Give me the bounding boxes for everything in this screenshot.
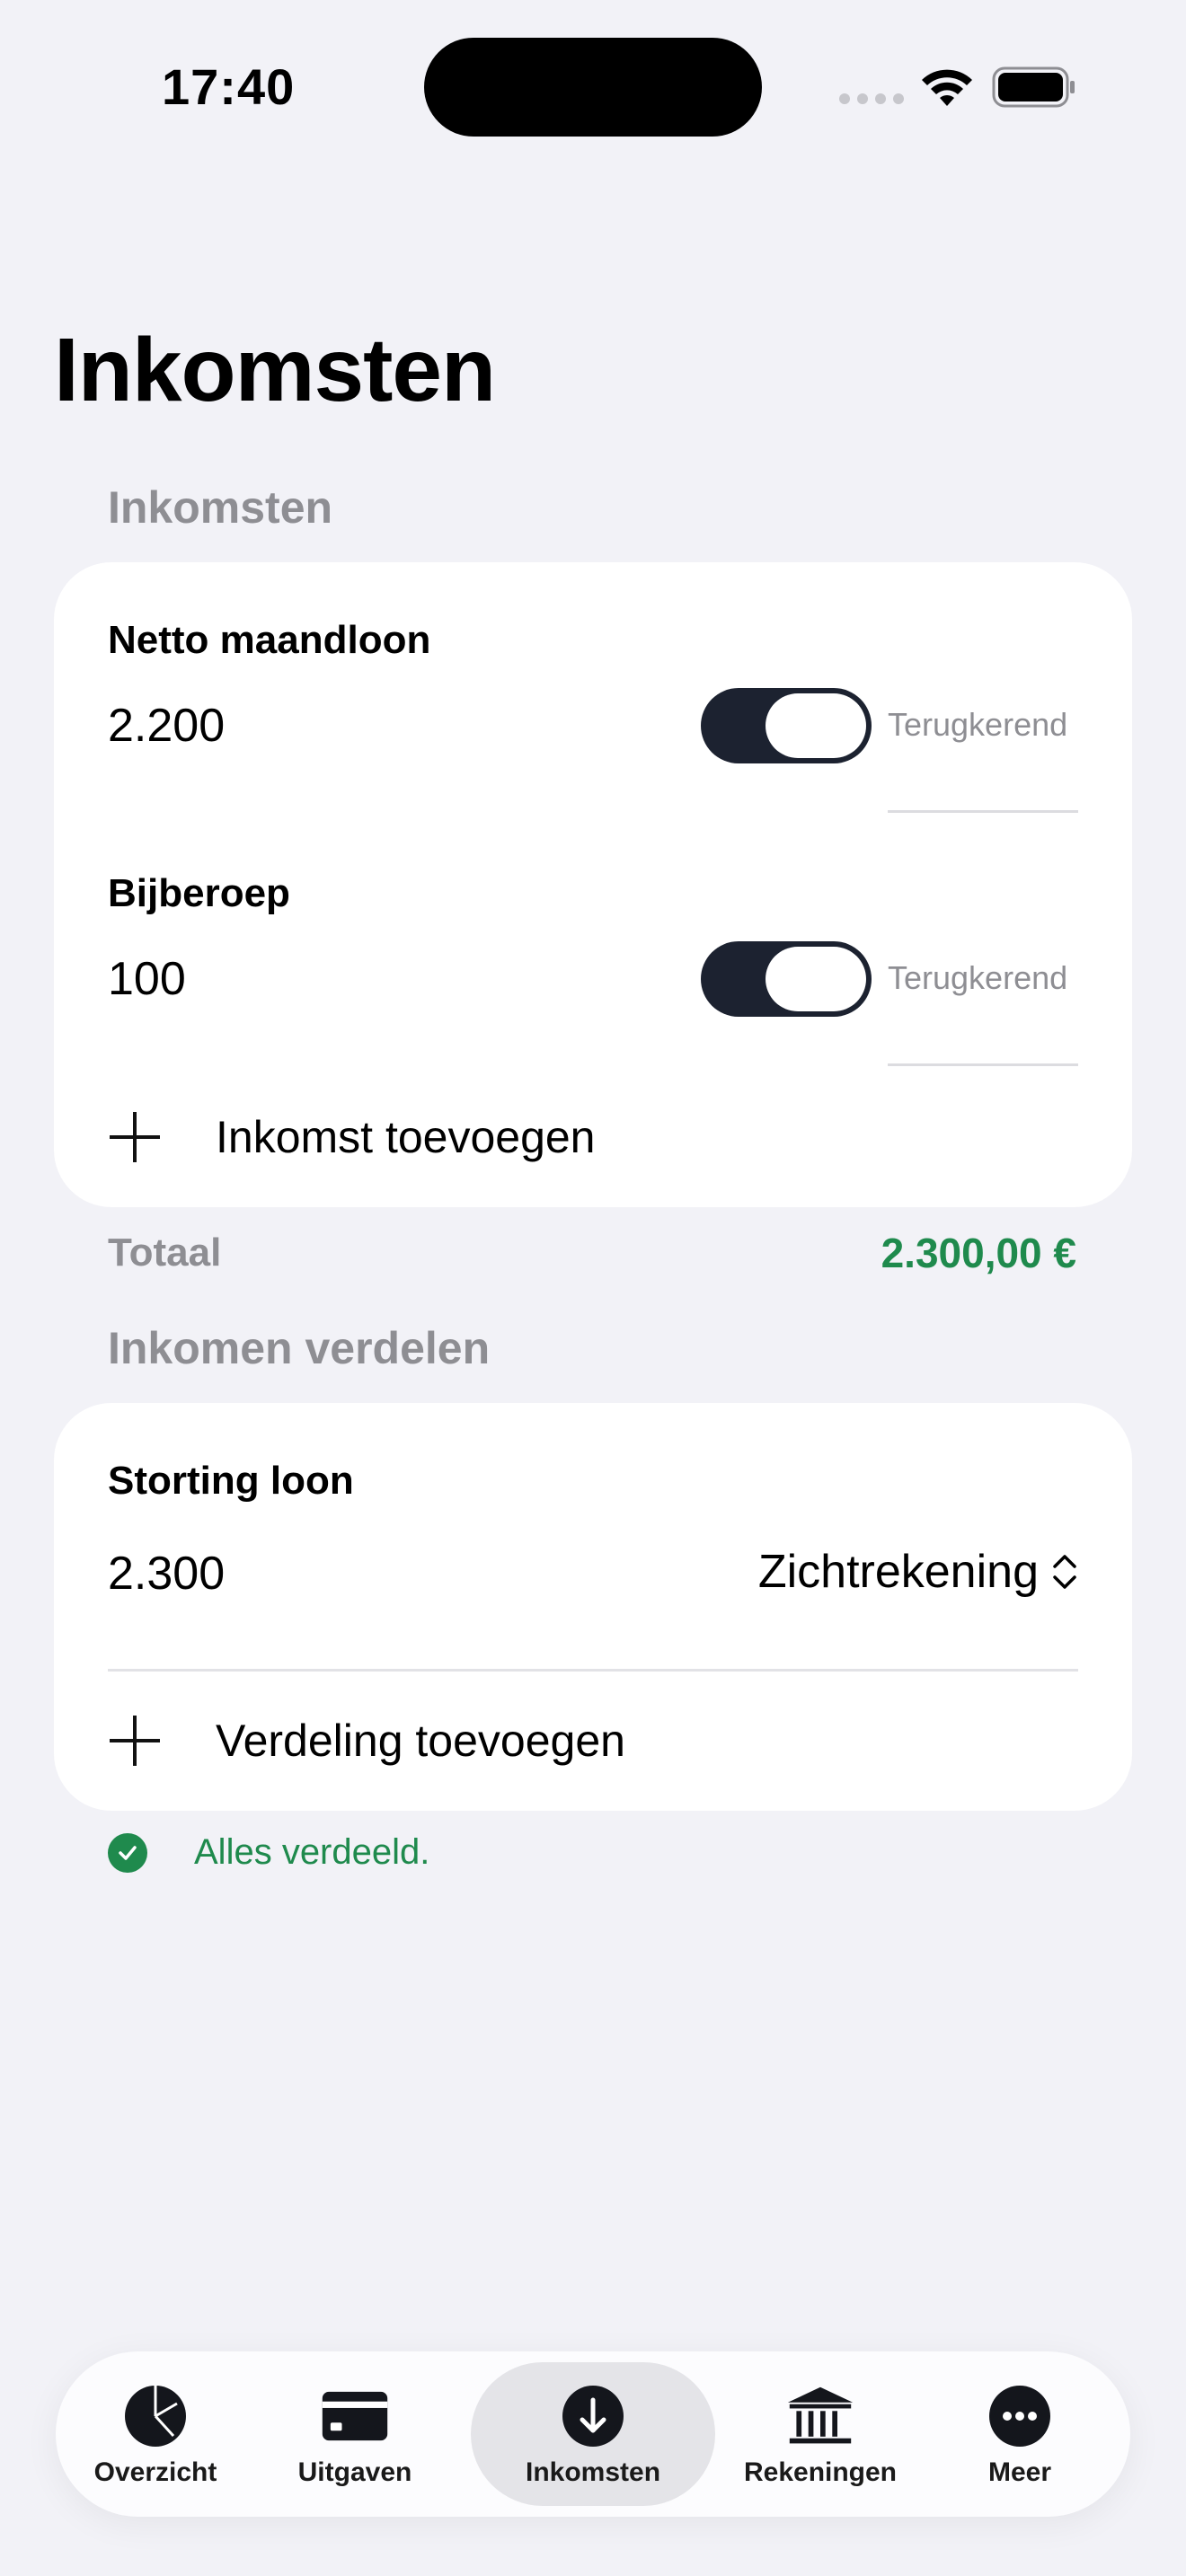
screen: 17:40 Inkomsten Inkomsten Netto maandloo… (0, 0, 1186, 2576)
add-distribution-label: Verdeling toevoegen (216, 1716, 625, 1766)
tab-label: Inkomsten (525, 2457, 661, 2487)
toggle-knob (766, 947, 866, 1011)
account-picker[interactable]: Zichtrekening (758, 1545, 1078, 1599)
income-item-name[interactable]: Bijberoep (108, 871, 290, 916)
battery-icon (992, 66, 1075, 108)
cellular-signal-icon (839, 93, 904, 104)
total-value: 2.300,00 € (881, 1230, 1076, 1276)
add-income-label: Inkomst toevoegen (216, 1112, 596, 1162)
divider (888, 810, 1078, 813)
recurring-toggle[interactable] (701, 688, 872, 763)
tab-meer[interactable]: Meer (920, 2362, 1120, 2506)
divider (888, 1063, 1078, 1066)
recurring-label: Terugkerend (888, 959, 1068, 996)
pie-chart-icon (121, 2382, 190, 2450)
add-income-button[interactable]: Inkomst toevoegen (108, 1110, 596, 1164)
checkmark-circle-icon (108, 1832, 147, 1873)
income-item-name[interactable]: Netto maandloon (108, 618, 430, 663)
arrow-down-circle-icon (559, 2382, 627, 2450)
total-label: Totaal (108, 1231, 222, 1275)
income-section-label: Inkomsten (108, 482, 333, 533)
income-item-amount[interactable]: 100 (108, 952, 186, 1006)
chevron-up-down-icon (1053, 1555, 1076, 1589)
dynamic-island (424, 38, 762, 137)
tab-label: Rekeningen (743, 2457, 898, 2487)
income-item-amount[interactable]: 2.200 (108, 699, 225, 753)
recurring-label: Terugkerend (888, 706, 1068, 743)
tab-inkomsten[interactable]: Inkomsten (471, 2362, 715, 2506)
recurring-toggle[interactable] (701, 941, 872, 1017)
tab-overzicht[interactable]: Overzicht (56, 2362, 255, 2506)
tab-uitgaven[interactable]: Uitgaven (255, 2362, 455, 2506)
bank-icon (786, 2382, 854, 2450)
tab-label: Meer (987, 2457, 1052, 2487)
distribution-card: Storting loon 2.300 Zichtrekening Verdel… (54, 1403, 1132, 1811)
add-distribution-button[interactable]: Verdeling toevoegen (108, 1714, 625, 1768)
plus-icon (108, 1714, 162, 1768)
tab-bar: Overzicht Uitgaven Inkomsten Rekeningen … (56, 2351, 1130, 2517)
plus-icon (108, 1110, 162, 1164)
distribution-item-name[interactable]: Storting loon (108, 1459, 354, 1504)
distribution-status-text: Alles verdeeld. (194, 1832, 430, 1872)
distribution-section-label: Inkomen verdelen (108, 1323, 491, 1373)
more-icon (986, 2382, 1054, 2450)
account-picker-label: Zichtrekening (757, 1546, 1039, 1598)
page-title: Inkomsten (54, 320, 496, 420)
status-time: 17:40 (162, 58, 296, 115)
toggle-knob (766, 693, 866, 758)
divider (108, 1669, 1078, 1672)
tab-rekeningen[interactable]: Rekeningen (721, 2362, 920, 2506)
wifi-icon (922, 69, 972, 106)
distribution-status: Alles verdeeld. (108, 1832, 429, 1873)
income-card: Netto maandloon 2.200 Terugkerend Bijber… (54, 562, 1132, 1207)
tab-label: Uitgaven (297, 2457, 412, 2487)
tab-label: Overzicht (93, 2457, 217, 2487)
credit-card-icon (321, 2382, 389, 2450)
distribution-item-amount[interactable]: 2.300 (108, 1547, 225, 1601)
